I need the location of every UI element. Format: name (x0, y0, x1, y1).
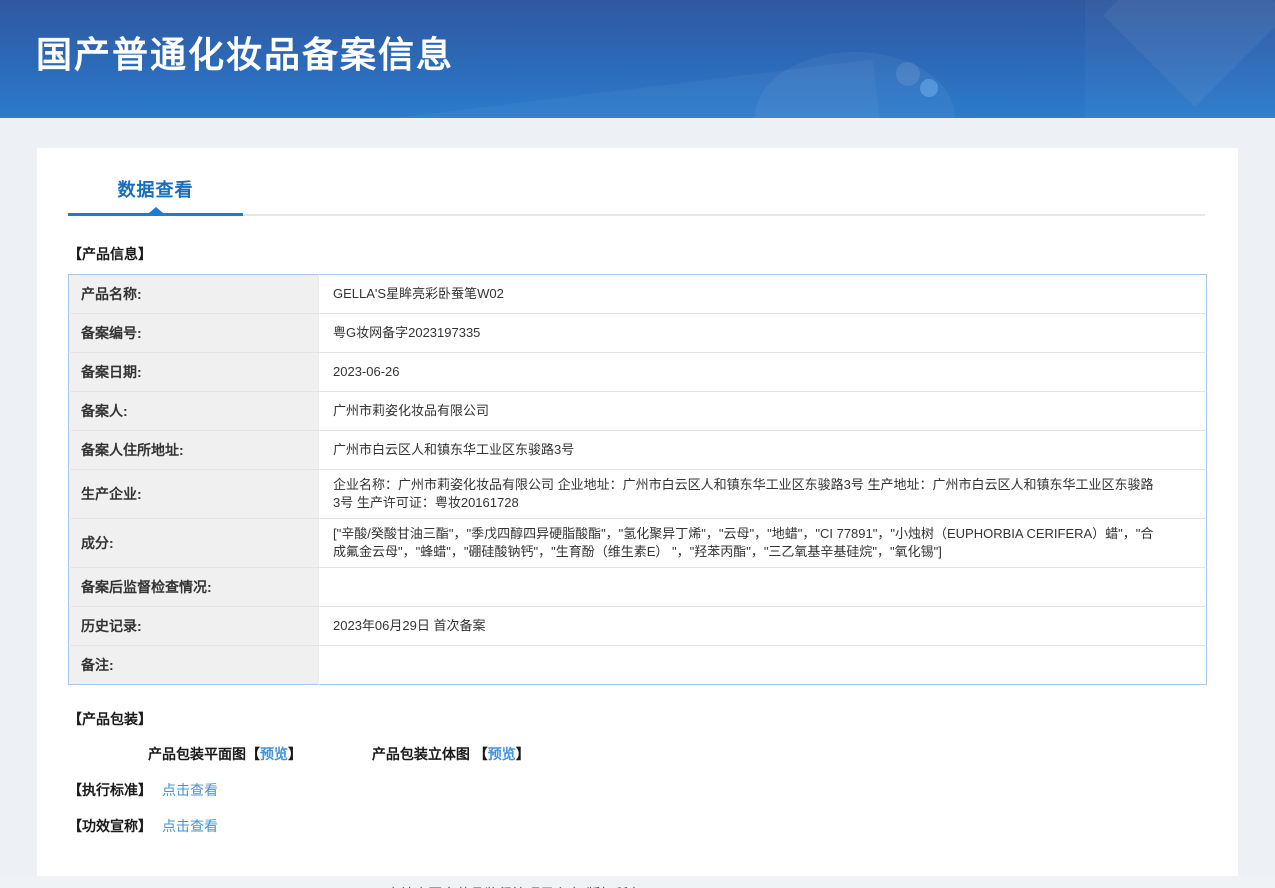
bracket-close: 】 (288, 746, 302, 762)
table-row-product-name: 产品名称: GELLA'S星眸亮彩卧蚕笔W02 (68, 274, 1207, 314)
packaging-flat-item: 产品包装平面图【预览】 (148, 746, 306, 762)
section-standard: 【执行标准】 (68, 782, 152, 798)
row-value: 粤G妆网备字2023197335 (318, 313, 1207, 353)
row-value: 广州市白云区人和镇东华工业区东骏路3号 (318, 430, 1207, 470)
row-value (318, 567, 1207, 607)
packaging-previews: 产品包装平面图【预览】 产品包装立体图 【预览】 (148, 744, 1207, 764)
bracket-close: 】 (515, 746, 530, 762)
row-label: 产品名称: (68, 274, 319, 314)
packaging-3d-item: 产品包装立体图 【预览】 (372, 746, 530, 762)
row-label: 生产企业: (68, 469, 319, 519)
row-label: 备案人: (68, 391, 319, 431)
tab-data-view-label: 数据查看 (117, 180, 194, 200)
table-row-filing-number: 备案编号: 粤G妆网备字2023197335 (68, 313, 1207, 353)
table-row-filer: 备案人: 广州市莉姿化妆品有限公司 (68, 391, 1207, 431)
row-value: 企业名称：广州市莉姿化妆品有限公司 企业地址：广州市白云区人和镇东华工业区东骏路… (318, 469, 1207, 519)
packaging-3d-preview-link[interactable]: 预览 (488, 746, 516, 762)
header-decoration-dot (920, 79, 938, 97)
standard-view-link[interactable]: 点击查看 (162, 782, 218, 798)
bracket-open: 【 (246, 746, 260, 762)
row-value: 广州市莉姿化妆品有限公司 (318, 391, 1207, 431)
product-info-table-body: 产品名称: GELLA'S星眸亮彩卧蚕笔W02 备案编号: 粤G妆网备字2023… (68, 274, 1207, 685)
bracket-open: 【 (473, 746, 488, 762)
page-footer: 本站由国家药品监督管理局主办 版权所有 Copyright © NMPA All… (0, 876, 1275, 888)
standard-line: 【执行标准】 点击查看 (68, 780, 1207, 800)
header-decoration-column (1085, 0, 1275, 118)
packaging-3d-label: 产品包装立体图 (371, 746, 470, 762)
page: 国产普通化妆品备案信息 数据查看 【产品信息】 产品名称: GELLA'S星眸亮… (0, 0, 1275, 888)
table-row-remarks: 备注: (68, 645, 1207, 685)
page-header: 国产普通化妆品备案信息 (0, 0, 1275, 118)
tab-data-view[interactable]: 数据查看 (68, 180, 243, 216)
table-row-filing-date: 备案日期: 2023-06-26 (68, 352, 1207, 392)
efficacy-line: 【功效宣称】 点击查看 (68, 816, 1207, 836)
tab-active-indicator (68, 213, 243, 216)
packaging-flat-label: 产品包装平面图 (148, 746, 246, 762)
table-row-filer-address: 备案人住所地址: 广州市白云区人和镇东华工业区东骏路3号 (68, 430, 1207, 470)
product-info-table: 产品名称: GELLA'S星眸亮彩卧蚕笔W02 备案编号: 粤G妆网备字2023… (68, 274, 1207, 685)
tab-bar: 数据查看 (68, 180, 1207, 216)
row-value: 2023-06-26 (318, 352, 1207, 392)
row-label: 历史记录: (68, 606, 319, 646)
row-label: 备案编号: (68, 313, 319, 353)
table-row-manufacturer: 生产企业: 企业名称：广州市莉姿化妆品有限公司 企业地址：广州市白云区人和镇东华… (68, 469, 1207, 519)
table-row-history: 历史记录: 2023年06月29日 首次备案 (68, 606, 1207, 646)
packaging-flat-preview-link[interactable]: 预览 (260, 746, 288, 762)
row-label: 成分: (68, 518, 319, 568)
page-title: 国产普通化妆品备案信息 (36, 34, 455, 75)
row-value (318, 645, 1207, 685)
tab-caret-icon (148, 207, 163, 213)
efficacy-view-link[interactable]: 点击查看 (162, 818, 218, 834)
row-label: 备注: (68, 645, 319, 685)
header-decoration-ellipse (755, 52, 955, 118)
row-value: 2023年06月29日 首次备案 (318, 606, 1207, 646)
section-product-info: 【产品信息】 (68, 246, 152, 262)
row-value: GELLA'S星眸亮彩卧蚕笔W02 (318, 274, 1207, 314)
section-packaging: 【产品包装】 (68, 711, 152, 727)
table-row-supervision: 备案后监督检查情况: (68, 567, 1207, 607)
content-card: 数据查看 【产品信息】 产品名称: GELLA'S星眸亮彩卧蚕笔W02 备案编号… (37, 148, 1238, 876)
header-decoration-square (1103, 0, 1275, 107)
row-value: ["辛酸/癸酸甘油三酯"，"季戊四醇四异硬脂酸酯"，"氢化聚异丁烯"，"云母"，… (318, 518, 1207, 568)
header-decoration-dot (896, 62, 920, 86)
row-label: 备案日期: (68, 352, 319, 392)
row-label: 备案人住所地址: (68, 430, 319, 470)
table-row-ingredients: 成分: ["辛酸/癸酸甘油三酯"，"季戊四醇四异硬脂酸酯"，"氢化聚异丁烯"，"… (68, 518, 1207, 568)
row-label: 备案后监督检查情况: (68, 567, 319, 607)
section-efficacy: 【功效宣称】 (68, 818, 152, 834)
